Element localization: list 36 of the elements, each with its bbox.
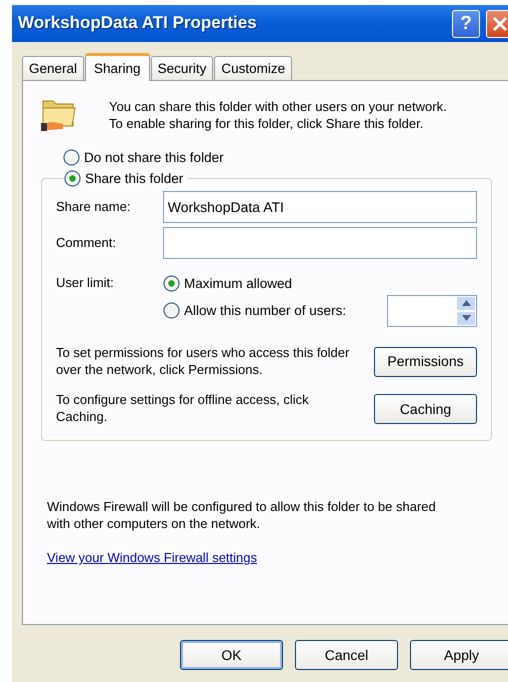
window-title: WorkshopData ATI Properties [18,12,257,34]
firewall-note: Windows Firewall will be configured to allow this folder to be shared with other computers on the network. [47,499,437,533]
up-arrow-icon [462,300,470,306]
share-name-label: Share name: [56,198,132,216]
help-button[interactable]: ? [452,10,480,38]
dialog-button[interactable]: OK [180,640,283,670]
tab[interactable]: General [22,56,84,80]
dialog-button[interactable]: Cancel [295,640,398,670]
radio-label[interactable]: Allow this number of users: [184,302,346,320]
spin-up-button[interactable] [456,296,476,311]
intro-text: You can share this folder with other users on your network. To enable sharing for this folder, click Share this folder. [109,99,448,133]
radio-button[interactable] [163,275,180,292]
action-description: To set permissions for users who access this folder over the network, click Permissions. [56,344,350,378]
tab[interactable]: Security [150,56,214,80]
permissions-button[interactable]: Permissions [374,346,477,377]
radio-label[interactable]: Maximum allowed [184,275,292,293]
user-count-spinner[interactable] [387,294,477,327]
dialog-button[interactable]: Apply [410,640,508,670]
user-limit-label: User limit: [56,275,115,292]
firewall-settings-link[interactable]: View your Windows Firewall settings [47,550,257,567]
caching-button[interactable]: Caching [374,394,477,424]
close-icon [491,14,508,32]
radio-button[interactable] [163,302,180,320]
comment-label: Comment: [56,234,117,252]
share-name-field[interactable]: WorkshopData ATI [162,191,477,224]
radio-label[interactable]: Do not share this folder [84,149,224,167]
action-description: To configure settings for offline access, click Caching. [56,392,310,426]
radio-button[interactable] [63,149,80,166]
down-arrow-icon [462,315,470,322]
close-button[interactable] [486,10,508,38]
tab[interactable]: Customize [214,56,292,80]
spin-down-button[interactable] [456,310,476,326]
radio-button[interactable] [64,170,81,187]
tab[interactable]: Sharing [85,53,150,81]
comment-field[interactable] [162,227,477,260]
radio-label[interactable]: Share this folder [85,170,184,188]
